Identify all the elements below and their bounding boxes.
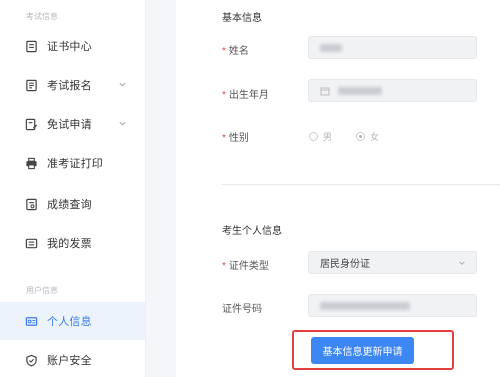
sidebar-item-exemption[interactable]: 免试申请	[0, 105, 145, 143]
chevron-down-icon	[459, 261, 465, 265]
sidebar-item-label: 准考证打印	[47, 158, 103, 170]
id-type-value: 居民身份证	[320, 259, 370, 270]
sidebar-item-account-security[interactable]: 账户安全	[0, 341, 145, 377]
printer-icon	[24, 156, 38, 170]
gender-label: * 性别	[222, 133, 249, 144]
sidebar-item-label: 免试申请	[47, 119, 92, 131]
score-icon	[24, 197, 38, 211]
birth-date-field[interactable]	[308, 79, 477, 102]
blurred-value	[338, 86, 382, 95]
sidebar-item-score[interactable]: 成绩查询	[0, 185, 145, 223]
name-label: * 姓名	[222, 46, 249, 57]
id-type-label: * 证件类型	[222, 261, 269, 272]
sidebar-item-personal-info[interactable]: 个人信息	[0, 302, 145, 340]
invoice-icon	[24, 236, 38, 250]
divider	[222, 184, 500, 185]
update-request-button[interactable]: 基本信息更新申请	[311, 337, 414, 364]
personal-info-form: 基本信息 * 姓名 * 出生年月 * 性别 男 女 考生个人信息 * 证件类型 居民身份…	[176, 0, 500, 377]
gender-male-radio[interactable]: 男	[309, 130, 332, 143]
radio-dot-selected	[356, 132, 365, 141]
sidebar-item-label: 账户安全	[47, 355, 92, 367]
sidebar-item-label: 成绩查询	[47, 199, 92, 211]
id-number-field[interactable]	[308, 294, 477, 317]
sidebar-item-label: 个人信息	[47, 316, 92, 328]
birth-label: * 出生年月	[222, 90, 269, 101]
id-type-select[interactable]: 居民身份证	[308, 251, 477, 274]
chevron-down-icon	[119, 82, 126, 87]
sidebar-item-invoice[interactable]: 我的发票	[0, 224, 145, 262]
sidebar: 考试信息 证书中心 考试报名 免试申请 准考证打印 成绩查询 我的发票 用户信息…	[0, 0, 146, 377]
certificate-icon	[24, 39, 38, 53]
calendar-icon	[320, 87, 330, 95]
id-card-icon	[24, 314, 38, 328]
id-number-label: 证件号码	[222, 304, 262, 315]
exemption-icon	[24, 117, 38, 131]
section-title-personal: 考生个人信息	[222, 226, 282, 237]
name-field[interactable]	[308, 36, 477, 59]
sidebar-item-label: 考试报名	[47, 80, 92, 92]
chevron-down-icon	[119, 121, 126, 126]
sidebar-item-admission-print[interactable]: 准考证打印	[0, 144, 145, 182]
group-label-user: 用户信息	[26, 286, 58, 295]
exam-register-icon	[24, 78, 38, 92]
sidebar-item-certificate[interactable]: 证书中心	[0, 27, 145, 65]
blurred-value	[320, 301, 410, 310]
section-title-basic: 基本信息	[222, 13, 262, 24]
blurred-value	[320, 43, 342, 52]
shield-icon	[24, 353, 38, 367]
sidebar-item-label: 证书中心	[47, 41, 92, 53]
gender-female-radio[interactable]: 女	[356, 130, 379, 143]
radio-dot	[309, 132, 318, 141]
group-label-exam: 考试信息	[26, 12, 58, 21]
sidebar-item-exam-register[interactable]: 考试报名	[0, 66, 145, 104]
content-gap	[146, 0, 176, 377]
sidebar-item-label: 我的发票	[47, 238, 92, 250]
